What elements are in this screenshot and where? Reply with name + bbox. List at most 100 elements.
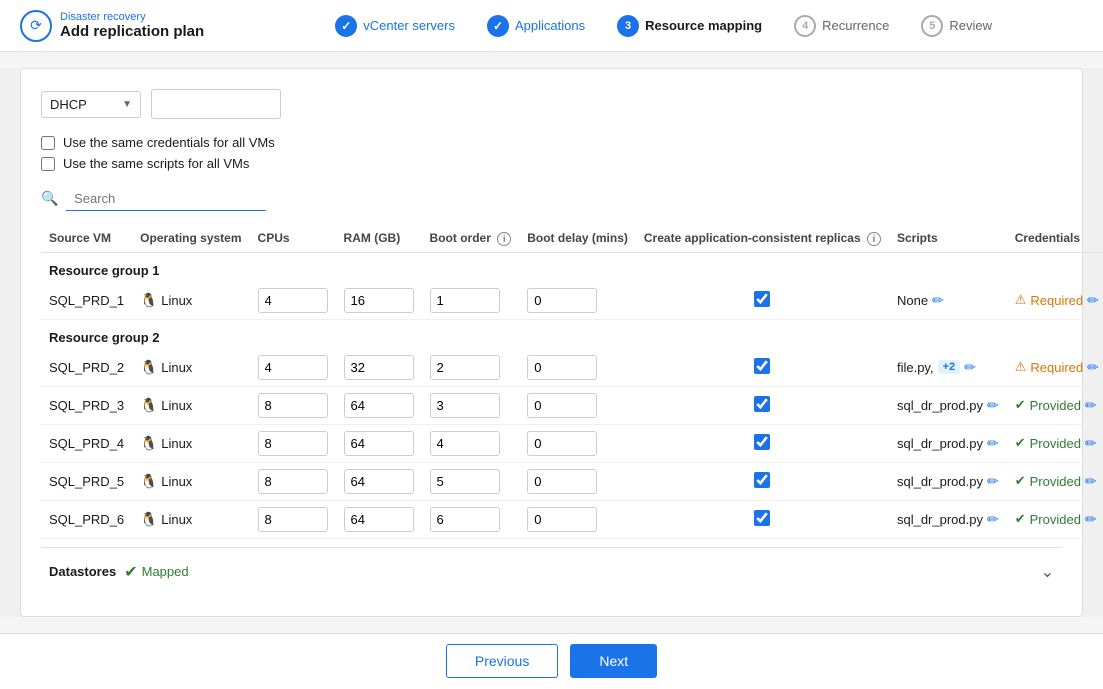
step-review-label: Review — [949, 18, 992, 33]
boot-order-input[interactable] — [430, 355, 500, 380]
credentials-edit-icon[interactable]: ✏ — [1087, 359, 1099, 376]
vm-name-cell: SQL_PRD_4 — [41, 424, 132, 462]
boot-order-input[interactable] — [430, 469, 500, 494]
same-scripts-checkbox[interactable] — [41, 157, 55, 171]
credentials-edit-icon[interactable]: ✏ — [1087, 292, 1099, 309]
vm-boot-delay-cell — [519, 500, 636, 538]
ram-input[interactable] — [344, 431, 414, 456]
datastores-expand-icon[interactable]: ⌄ — [1041, 562, 1054, 582]
linux-penguin-icon: 🐧 — [140, 359, 157, 375]
check-icon: ✔ — [1015, 435, 1026, 451]
os-label: Linux — [161, 293, 192, 308]
app-consistent-checkbox[interactable] — [754, 396, 770, 412]
boot-order-input[interactable] — [430, 288, 500, 313]
step-recurrence[interactable]: 4 Recurrence — [778, 15, 905, 37]
credentials-edit-icon[interactable]: ✏ — [1085, 473, 1097, 490]
step-applications[interactable]: ✓ Applications — [471, 15, 601, 37]
boot-delay-input[interactable] — [527, 355, 597, 380]
credentials-status-label: Required — [1030, 293, 1083, 308]
scripts-edit-icon[interactable]: ✏ — [964, 359, 976, 376]
script-name: file.py, — [897, 360, 934, 375]
app-consistent-checkbox[interactable] — [754, 472, 770, 488]
boot-delay-input[interactable] — [527, 469, 597, 494]
vm-cpus-cell — [250, 424, 336, 462]
credentials-edit-icon[interactable]: ✏ — [1085, 397, 1097, 414]
search-input[interactable] — [66, 187, 266, 211]
ram-input[interactable] — [344, 355, 414, 380]
boot-delay-input[interactable] — [527, 288, 597, 313]
next-button[interactable]: Next — [570, 644, 657, 678]
boot-delay-input[interactable] — [527, 393, 597, 418]
vm-cpus-cell — [250, 500, 336, 538]
same-credentials-label: Use the same credentials for all VMs — [63, 135, 275, 150]
vm-app-consistent-cell — [636, 462, 889, 500]
cpus-input[interactable] — [258, 393, 328, 418]
datastores-status: Mapped — [142, 564, 189, 579]
cpus-input[interactable] — [258, 431, 328, 456]
vm-ram-cell — [336, 349, 422, 387]
cpus-input[interactable] — [258, 288, 328, 313]
boot-order-input[interactable] — [430, 393, 500, 418]
group-header-row: Resource group 2 — [41, 319, 1103, 349]
ram-input[interactable] — [344, 393, 414, 418]
mapped-check-icon: ✔ — [124, 562, 137, 582]
boot-delay-input[interactable] — [527, 431, 597, 456]
app-consistent-checkbox[interactable] — [754, 434, 770, 450]
step-recurrence-circle: 4 — [794, 15, 816, 37]
step-vcenter[interactable]: ✓ vCenter servers — [319, 15, 471, 37]
dhcp-select[interactable]: DHCP ▼ — [41, 91, 141, 118]
step-review[interactable]: 5 Review — [905, 15, 1008, 37]
app-consistent-checkbox[interactable] — [754, 291, 770, 307]
linux-penguin-icon: 🐧 — [140, 397, 157, 413]
table-row: SQL_PRD_3🐧 Linuxsql_dr_prod.py✏✔Provided… — [41, 386, 1103, 424]
ip-input[interactable] — [151, 89, 281, 119]
os-label: Linux — [161, 474, 192, 489]
vm-table: Source VM Operating system CPUs RAM (GB)… — [41, 225, 1103, 539]
scripts-extra-badge: +2 — [938, 360, 961, 374]
boot-order-input[interactable] — [430, 431, 500, 456]
scripts-edit-icon[interactable]: ✏ — [987, 397, 999, 414]
same-scripts-row: Use the same scripts for all VMs — [41, 156, 1062, 171]
vm-credentials-cell: ✔Provided✏ — [1007, 462, 1103, 500]
vm-ram-cell — [336, 282, 422, 320]
vm-boot-order-cell — [422, 282, 520, 320]
cpus-input[interactable] — [258, 469, 328, 494]
cpus-input[interactable] — [258, 355, 328, 380]
previous-button[interactable]: Previous — [446, 644, 558, 678]
scripts-edit-icon[interactable]: ✏ — [987, 435, 999, 452]
scripts-edit-icon[interactable]: ✏ — [932, 292, 944, 309]
dhcp-select-chevron-icon: ▼ — [122, 99, 132, 110]
vm-boot-order-cell — [422, 386, 520, 424]
step-vcenter-label: vCenter servers — [363, 18, 455, 33]
ram-input[interactable] — [344, 469, 414, 494]
step-resource-mapping[interactable]: 3 Resource mapping — [601, 15, 778, 37]
boot-delay-input[interactable] — [527, 507, 597, 532]
check-icon: ✔ — [1015, 473, 1026, 489]
credentials-edit-icon[interactable]: ✏ — [1085, 435, 1097, 452]
vm-credentials-cell: ✔Provided✏ — [1007, 424, 1103, 462]
vm-name-cell: SQL_PRD_3 — [41, 386, 132, 424]
search-row: 🔍 — [41, 187, 1062, 211]
logo-area: ⟳ Disaster recovery Add replication plan — [20, 10, 204, 42]
vm-credentials-cell: ⚠Required✏ — [1007, 282, 1103, 320]
vm-app-consistent-cell — [636, 349, 889, 387]
same-credentials-checkbox[interactable] — [41, 136, 55, 150]
cpus-input[interactable] — [258, 507, 328, 532]
ram-input[interactable] — [344, 507, 414, 532]
app-consistent-checkbox[interactable] — [754, 358, 770, 374]
app-consistent-checkbox[interactable] — [754, 510, 770, 526]
vm-name-cell: SQL_PRD_6 — [41, 500, 132, 538]
vm-os-cell: 🐧 Linux — [132, 349, 249, 387]
credentials-edit-icon[interactable]: ✏ — [1085, 511, 1097, 528]
vm-cpus-cell — [250, 386, 336, 424]
script-name: sql_dr_prod.py — [897, 398, 983, 413]
scripts-edit-icon[interactable]: ✏ — [987, 511, 999, 528]
table-row: SQL_PRD_1🐧 LinuxNone✏⚠Required✏ — [41, 282, 1103, 320]
vm-ram-cell — [336, 500, 422, 538]
vm-boot-delay-cell — [519, 282, 636, 320]
boot-order-input[interactable] — [430, 507, 500, 532]
scripts-edit-icon[interactable]: ✏ — [987, 473, 999, 490]
linux-penguin-icon: 🐧 — [140, 435, 157, 451]
ram-input[interactable] — [344, 288, 414, 313]
vm-app-consistent-cell — [636, 500, 889, 538]
